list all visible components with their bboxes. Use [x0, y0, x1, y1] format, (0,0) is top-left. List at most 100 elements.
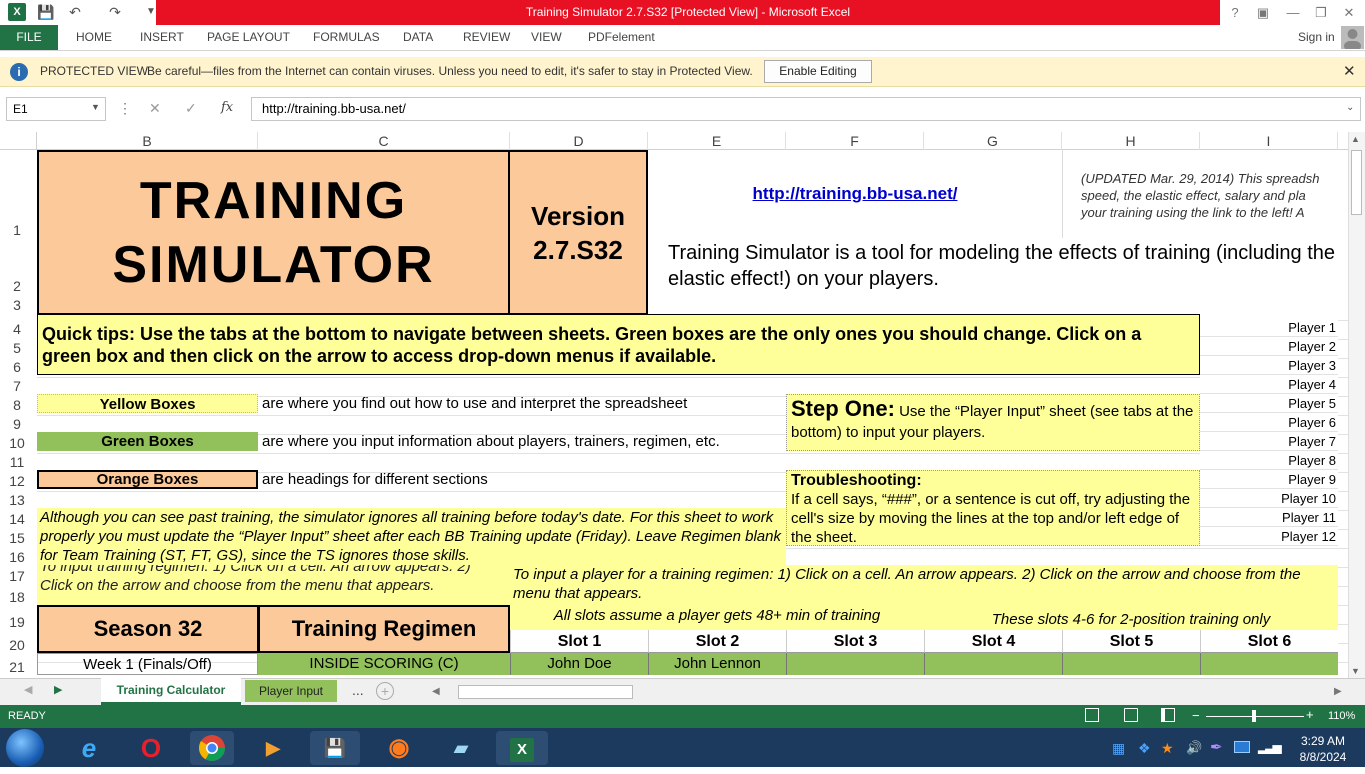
normal-view-icon[interactable] — [1085, 708, 1099, 722]
next-sheet-icon[interactable]: ▶ — [54, 683, 62, 696]
column-header-g[interactable]: G — [924, 132, 1062, 150]
player-label[interactable]: Player 12 — [1200, 527, 1338, 546]
week1-empty-slots[interactable] — [786, 653, 1338, 675]
tab-insert[interactable]: INSERT — [140, 25, 184, 50]
page-layout-view-icon[interactable] — [1124, 708, 1138, 722]
scroll-left-icon[interactable]: ◀ — [432, 686, 440, 697]
slots-note-1[interactable]: All slots assume a player gets 48+ min o… — [510, 605, 924, 630]
player-label[interactable]: Player 4 — [1200, 375, 1338, 394]
updated-note[interactable]: (UPDATED Mar. 29, 2014) This spreadsh sp… — [1062, 150, 1348, 238]
player-label[interactable]: Player 10 — [1200, 489, 1338, 508]
cancel-icon[interactable]: ✕ — [149, 100, 161, 117]
player-label[interactable]: Player 11 — [1200, 508, 1338, 527]
season-heading[interactable]: Season 32 — [37, 605, 259, 653]
player-input-note[interactable]: To input a player for a training regimen… — [510, 565, 1338, 605]
player-label[interactable]: Player 7 — [1200, 432, 1338, 451]
expand-formula-icon[interactable]: ⌄ — [1346, 102, 1354, 113]
row-header[interactable]: 3 — [0, 294, 34, 313]
sheet-tab-player-input[interactable]: Player Input — [245, 680, 337, 702]
player-label[interactable]: Player 6 — [1200, 413, 1338, 432]
save-icon[interactable]: 💾 — [37, 3, 55, 21]
excel-logo-icon[interactable]: X — [8, 3, 26, 21]
select-all-corner[interactable] — [0, 132, 37, 150]
page-break-view-icon[interactable] — [1161, 708, 1175, 722]
row-header[interactable]: 21 — [0, 653, 34, 675]
user-avatar-icon[interactable] — [1341, 26, 1364, 49]
close-window-icon[interactable]: ✕ — [1336, 0, 1362, 25]
column-header-c[interactable]: C — [258, 132, 510, 150]
row-header[interactable]: 17 — [0, 565, 34, 584]
legend-orange-desc[interactable]: are headings for different sections — [262, 470, 642, 489]
week1-regimen[interactable]: INSIDE SCORING (C) — [258, 653, 510, 675]
week1-slot2[interactable]: John Lennon — [648, 653, 786, 675]
row-header[interactable]: 2 — [0, 238, 34, 294]
row-header[interactable]: 1 — [0, 150, 34, 238]
scroll-right-icon[interactable]: ▶ — [1334, 686, 1342, 697]
undo-icon[interactable]: ↶ — [66, 3, 84, 21]
add-sheet-icon[interactable]: + — [376, 682, 394, 700]
apps-grid-icon[interactable]: ▦ — [1112, 740, 1125, 757]
row-header[interactable]: 12 — [0, 470, 34, 489]
row-header[interactable]: 13 — [0, 489, 34, 508]
excel-taskbar-icon[interactable]: X — [496, 731, 548, 765]
column-header-d[interactable]: D — [510, 132, 648, 150]
tab-home[interactable]: HOME — [76, 25, 112, 50]
scroll-down-icon[interactable]: ▼ — [1351, 666, 1360, 676]
row-header[interactable]: 5 — [0, 337, 34, 356]
row-header[interactable]: 15 — [0, 527, 34, 546]
slot-header[interactable]: Slot 6 — [1200, 630, 1338, 653]
tab-view[interactable]: VIEW — [531, 25, 562, 50]
redo-icon[interactable]: ↷ — [106, 3, 124, 21]
tab-data[interactable]: DATA — [403, 25, 433, 50]
enter-check-icon[interactable]: ✓ — [185, 100, 197, 117]
row-header[interactable]: 14 — [0, 508, 34, 527]
row-header[interactable]: 16 — [0, 546, 34, 565]
zoom-in-icon[interactable]: + — [1306, 707, 1314, 722]
tab-page-layout[interactable]: PAGE LAYOUT — [207, 25, 290, 50]
zoom-slider-thumb[interactable] — [1252, 710, 1256, 722]
internet-explorer-icon[interactable]: e — [72, 731, 106, 765]
player-label[interactable]: Player 2 — [1200, 337, 1338, 356]
tab-pdfelement[interactable]: PDFelement — [588, 25, 655, 50]
floppy-save-icon[interactable]: 💾 — [310, 731, 360, 765]
horizontal-scroll-thumb[interactable] — [458, 685, 633, 699]
column-header-h[interactable]: H — [1062, 132, 1200, 150]
notes-app-icon[interactable]: ▰ — [444, 731, 478, 765]
sheet-tab-training-calculator[interactable]: Training Calculator — [101, 678, 241, 705]
legend-green-label[interactable]: Green Boxes — [37, 432, 258, 451]
tray-app-icon[interactable]: ★ — [1161, 740, 1174, 757]
slot-header[interactable]: Slot 4 — [924, 630, 1062, 653]
ribbon-display-icon[interactable]: ▣ — [1250, 0, 1276, 25]
legend-yellow-label[interactable]: Yellow Boxes — [37, 394, 258, 413]
column-header-b[interactable]: B — [37, 132, 258, 150]
minimize-icon[interactable]: — — [1280, 0, 1306, 25]
start-button-icon[interactable] — [6, 729, 44, 767]
description-cell[interactable]: Training Simulator is a tool for modelin… — [648, 238, 1348, 314]
column-header-i[interactable]: I — [1200, 132, 1338, 150]
player-label[interactable]: Player 1 — [1200, 318, 1338, 337]
slot-header[interactable]: Slot 2 — [648, 630, 786, 653]
column-header-f[interactable]: F — [786, 132, 924, 150]
insert-function-icon[interactable]: fx — [221, 100, 233, 115]
quick-tips-cell[interactable]: Quick tips: Use the tabs at the bottom t… — [37, 314, 1200, 375]
help-button[interactable]: ? — [1222, 0, 1248, 25]
regimen-note-wrap[interactable]: To input training regimen: 1) Click on a… — [37, 565, 510, 605]
legend-green-desc[interactable]: are where you input information about pl… — [262, 432, 786, 451]
row-header[interactable]: 10 — [0, 432, 34, 451]
pen-icon[interactable]: ✒ — [1210, 738, 1223, 756]
row-header[interactable]: 18 — [0, 584, 34, 605]
display-icon[interactable] — [1234, 741, 1250, 753]
slot-header[interactable]: Slot 1 — [510, 630, 648, 653]
tab-formulas[interactable]: FORMULAS — [313, 25, 380, 50]
chrome-icon[interactable] — [190, 731, 234, 765]
zoom-level[interactable]: 110% — [1328, 710, 1355, 722]
title-cell[interactable]: TRAINING SIMULATOR — [37, 150, 510, 315]
more-sheets-button[interactable]: ... — [352, 682, 364, 698]
row-header[interactable]: 7 — [0, 375, 34, 394]
chevron-down-icon[interactable]: ▼ — [91, 102, 100, 112]
vertical-scroll-thumb[interactable] — [1351, 150, 1362, 215]
row-header[interactable]: 20 — [0, 630, 34, 653]
row-header[interactable]: 11 — [0, 451, 34, 470]
restore-icon[interactable]: ❐ — [1308, 0, 1334, 25]
taskbar-clock[interactable]: 3:29 AM 8/8/2024 — [1288, 733, 1358, 765]
